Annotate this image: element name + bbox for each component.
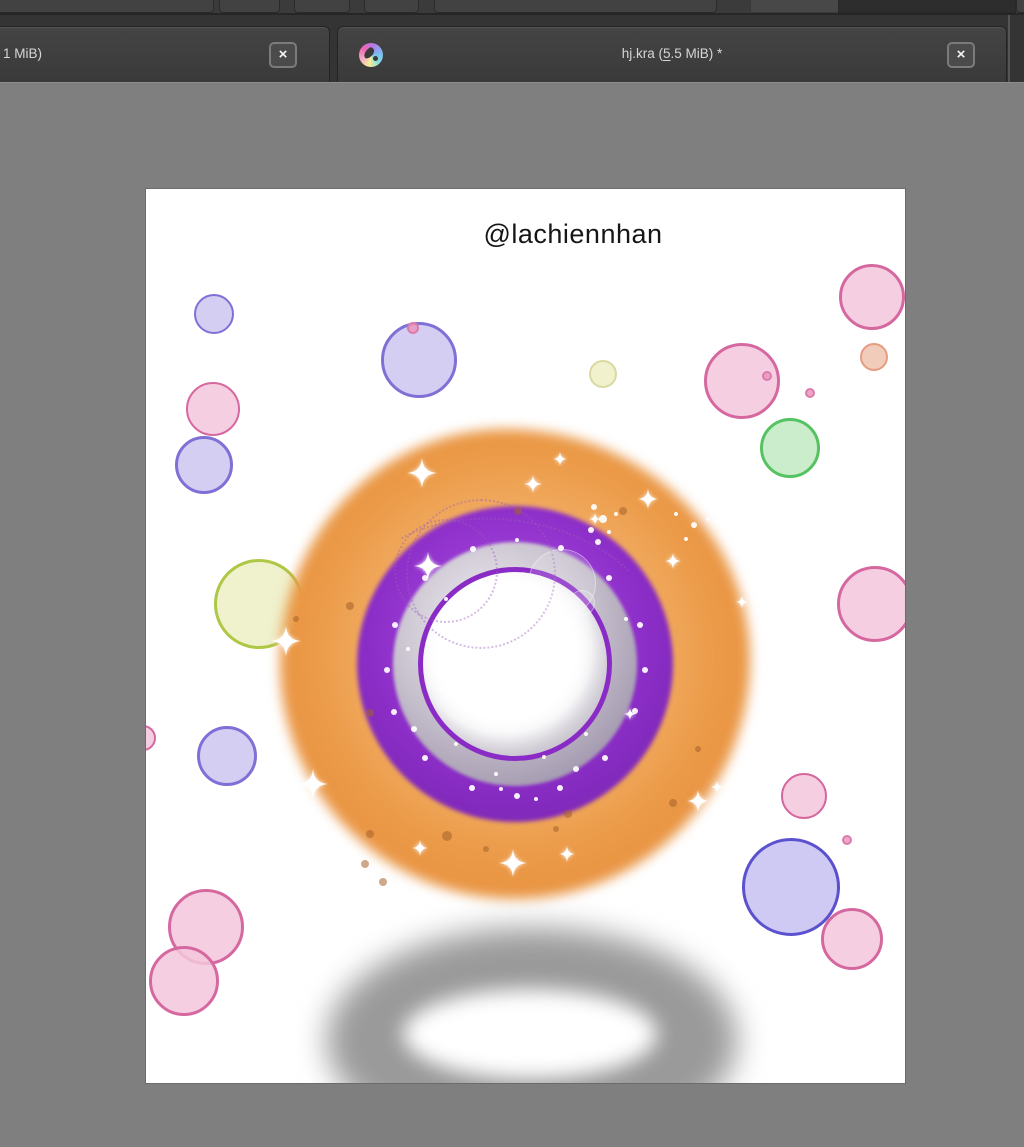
speckle (366, 709, 374, 717)
sparkle-star (499, 849, 527, 877)
toolbar-button[interactable] (219, 0, 280, 13)
document-tab-bar: 1 MiB) × hj.kra (5.5 MiB) * × (0, 15, 1024, 82)
sparkle-star (589, 512, 601, 525)
sparkle-star (559, 846, 575, 862)
toolbar-button[interactable] (1016, 0, 1024, 13)
speckle (483, 846, 489, 852)
speckle (695, 746, 701, 752)
tab-document-2[interactable]: hj.kra (5.5 MiB) * × (337, 26, 1007, 82)
speckle (542, 755, 546, 759)
speckle (588, 527, 594, 533)
speckle (573, 766, 579, 772)
sparkle-star (624, 707, 636, 720)
tab-document-1-close-icon[interactable]: × (269, 42, 297, 68)
sparkle-star (412, 840, 428, 856)
sparkle-star (524, 475, 542, 493)
speckle (607, 530, 611, 534)
artwork-signature: @lachiennhan (483, 219, 663, 249)
speckle (619, 507, 627, 515)
top-toolbar (0, 0, 1024, 15)
speckle (564, 810, 572, 818)
speckle (553, 826, 559, 832)
speckle (637, 622, 643, 628)
speckle (469, 785, 475, 791)
speckle (411, 726, 417, 732)
speckle (642, 667, 648, 673)
sparkle-star (414, 552, 442, 580)
sparkle-star (271, 626, 301, 656)
speckle (624, 617, 628, 621)
sparkle-star (407, 458, 437, 488)
tab-document-1-label: 1 MiB) (3, 46, 43, 61)
speckle (384, 667, 390, 673)
speckle (470, 546, 476, 552)
paint-arc (344, 499, 668, 729)
speckle (454, 742, 458, 746)
sparkle-star (687, 790, 709, 812)
speckle (439, 687, 443, 691)
speckle (706, 517, 710, 521)
speckle (494, 772, 498, 776)
speckle (602, 755, 608, 761)
sparkle-star (736, 595, 748, 608)
toolbar-button[interactable] (364, 0, 419, 13)
speckle (669, 799, 677, 807)
sparkle-star (665, 553, 681, 569)
tab-document-2-title: hj.kra (5.5 MiB) * (621, 46, 723, 61)
speckle (557, 785, 563, 791)
sparkle-star (711, 780, 723, 793)
workspace-background: @lachiennhan (0, 82, 1024, 1147)
overlay-layer (146, 189, 905, 1083)
speckle (614, 512, 618, 516)
speckle (584, 732, 588, 736)
speckle (558, 545, 564, 551)
speckle (515, 538, 519, 542)
toolbar-button[interactable] (750, 0, 840, 13)
speckle (534, 797, 538, 801)
toolbar-button[interactable] (294, 0, 350, 13)
speckle (499, 787, 503, 791)
speckle (444, 597, 448, 601)
toolbar-button[interactable] (0, 0, 214, 13)
speckle (361, 860, 369, 868)
sparkle-star (638, 489, 658, 509)
sparkle-star (828, 547, 848, 567)
speckle (691, 522, 697, 528)
speckle (606, 575, 612, 581)
speckle (391, 709, 397, 715)
speckle (406, 647, 410, 651)
toolbar-button[interactable] (838, 0, 1016, 13)
speckle (379, 878, 387, 886)
speckle (514, 793, 520, 799)
speckle (422, 755, 428, 761)
drawing-canvas[interactable]: @lachiennhan (146, 189, 905, 1083)
tab-document-1[interactable]: 1 MiB) × (0, 26, 330, 82)
speckle (684, 537, 688, 541)
speckle (392, 622, 398, 628)
speckle (514, 507, 522, 515)
bokeh-highlight (569, 590, 595, 616)
tab-document-2-close-icon[interactable]: × (947, 42, 975, 68)
toolbar-button[interactable] (434, 0, 717, 13)
tab-bar-divider (1008, 15, 1010, 82)
speckle (674, 512, 678, 516)
speckle (591, 504, 597, 510)
sparkle-star (298, 769, 328, 799)
speckle (293, 616, 299, 622)
speckle (346, 602, 354, 610)
speckle (366, 830, 374, 838)
sparkle-star (731, 544, 749, 562)
speckle (442, 831, 452, 841)
speckle (479, 582, 483, 586)
speckle (595, 539, 601, 545)
sparkle-star (553, 452, 567, 466)
